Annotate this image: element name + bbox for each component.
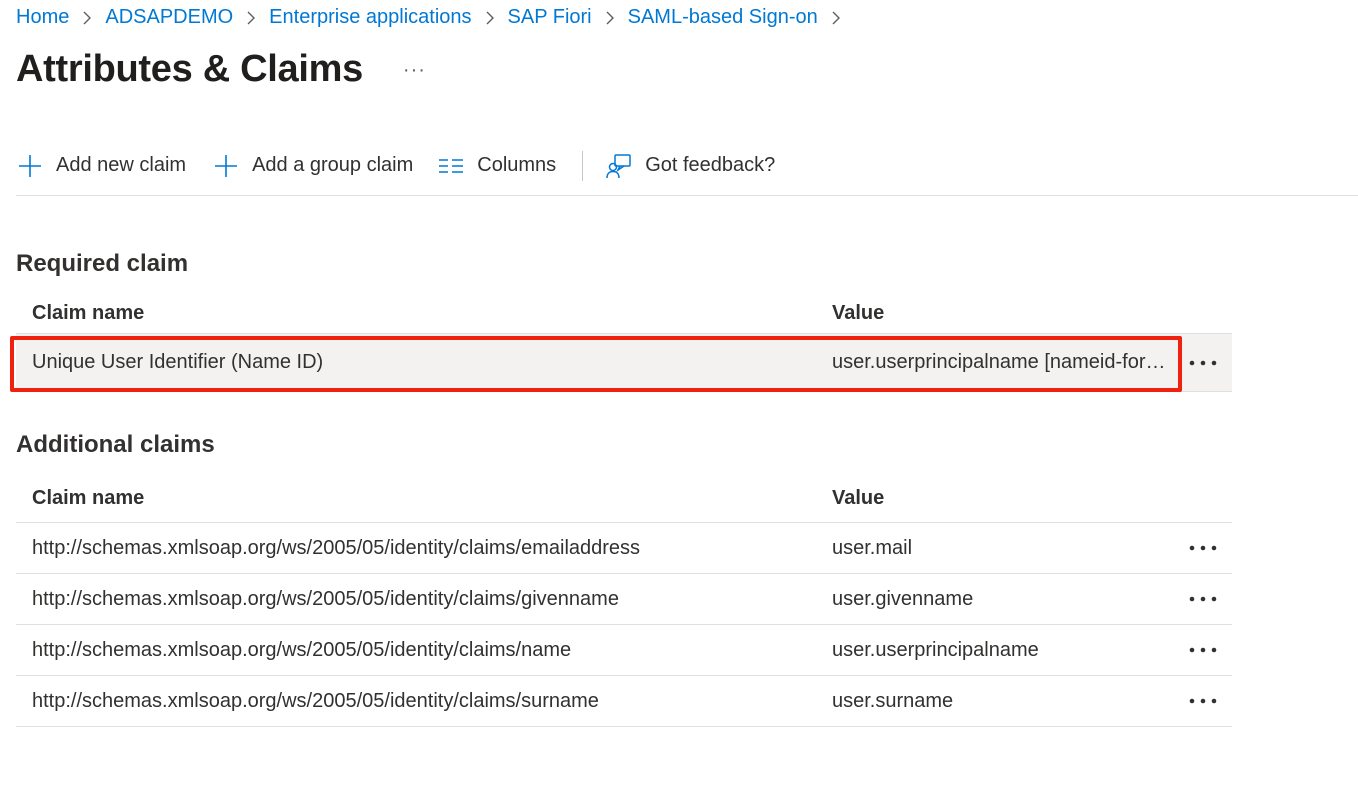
table-row[interactable]: http://schemas.xmlsoap.org/ws/2005/05/id…	[16, 676, 1232, 727]
table-row[interactable]: http://schemas.xmlsoap.org/ws/2005/05/id…	[16, 625, 1232, 676]
columns-button[interactable]: Columns	[437, 152, 556, 180]
chevron-right-icon	[233, 11, 269, 25]
breadcrumb-saml-sign-on[interactable]: SAML-based Sign-on	[628, 6, 818, 29]
grid-header: Claim name Value	[16, 294, 1232, 334]
claim-value-cell: user.givenname	[832, 587, 974, 610]
toolbar-divider	[582, 150, 584, 181]
table-row[interactable]: http://schemas.xmlsoap.org/ws/2005/05/id…	[16, 574, 1232, 625]
command-bar: Add new claim Add a group claim Columns …	[16, 140, 1358, 196]
title-row: Attributes & Claims ···	[16, 48, 426, 91]
column-header-value[interactable]: Value	[832, 487, 1176, 510]
claim-name-cell: http://schemas.xmlsoap.org/ws/2005/05/id…	[32, 587, 619, 610]
add-group-claim-label: Add a group claim	[252, 154, 414, 176]
more-horizontal-icon[interactable]	[1186, 346, 1220, 380]
feedback-label: Got feedback?	[645, 154, 776, 176]
plus-icon	[212, 152, 240, 180]
more-horizontal-icon[interactable]	[1186, 582, 1220, 616]
claim-value-cell: user.mail	[832, 536, 913, 559]
breadcrumb-home[interactable]: Home	[16, 6, 69, 29]
table-row[interactable]: http://schemas.xmlsoap.org/ws/2005/05/id…	[16, 523, 1232, 574]
claim-value-cell: user.userprincipalname [nameid-format:em…	[832, 351, 1176, 373]
columns-icon	[437, 152, 465, 180]
column-header-claim-name[interactable]: Claim name	[32, 302, 802, 325]
claim-value-cell: user.userprincipalname	[832, 638, 1039, 661]
add-group-claim-button[interactable]: Add a group claim	[212, 152, 413, 180]
more-horizontal-icon[interactable]	[1186, 531, 1220, 565]
feedback-button[interactable]: Got feedback?	[605, 152, 775, 180]
chevron-right-icon	[472, 11, 508, 25]
claim-value-cell: user.surname	[832, 689, 954, 712]
chevron-right-icon	[592, 11, 628, 25]
claim-name-cell: http://schemas.xmlsoap.org/ws/2005/05/id…	[32, 536, 641, 559]
claim-name-cell: Unique User Identifier (Name ID)	[32, 351, 324, 373]
breadcrumb-sap-fiori[interactable]: SAP Fiori	[508, 6, 592, 29]
claim-name-cell: http://schemas.xmlsoap.org/ws/2005/05/id…	[32, 689, 599, 712]
required-claim-title: Required claim	[16, 250, 189, 277]
column-header-value[interactable]: Value	[832, 302, 1176, 325]
more-horizontal-icon[interactable]	[1186, 633, 1220, 667]
column-header-claim-name[interactable]: Claim name	[32, 487, 802, 510]
breadcrumb-adsapdemo[interactable]: ADSAPDEMO	[105, 6, 233, 29]
add-new-claim-label: Add new claim	[56, 154, 187, 176]
grid-header: Claim name Value	[16, 475, 1232, 523]
additional-claims-title: Additional claims	[16, 431, 215, 458]
required-claim-grid: Claim name Value Unique User Identifier …	[16, 294, 1232, 392]
more-horizontal-icon[interactable]	[1186, 684, 1220, 718]
page-title: Attributes & Claims	[16, 48, 363, 90]
claim-name-cell: http://schemas.xmlsoap.org/ws/2005/05/id…	[32, 638, 572, 661]
chevron-right-icon	[69, 11, 105, 25]
feedback-icon	[605, 152, 633, 180]
more-options-button[interactable]: ···	[403, 59, 426, 82]
additional-claims-grid: Claim name Value http://schemas.xmlsoap.…	[16, 475, 1232, 727]
chevron-right-icon	[818, 11, 854, 25]
add-new-claim-button[interactable]: Add new claim	[16, 152, 186, 180]
table-row[interactable]: Unique User Identifier (Name ID) user.us…	[16, 334, 1232, 392]
columns-label: Columns	[477, 154, 557, 176]
breadcrumb-enterprise-applications[interactable]: Enterprise applications	[269, 6, 471, 29]
breadcrumb: Home ADSAPDEMO Enterprise applications S…	[16, 6, 854, 29]
plus-icon	[16, 152, 44, 180]
